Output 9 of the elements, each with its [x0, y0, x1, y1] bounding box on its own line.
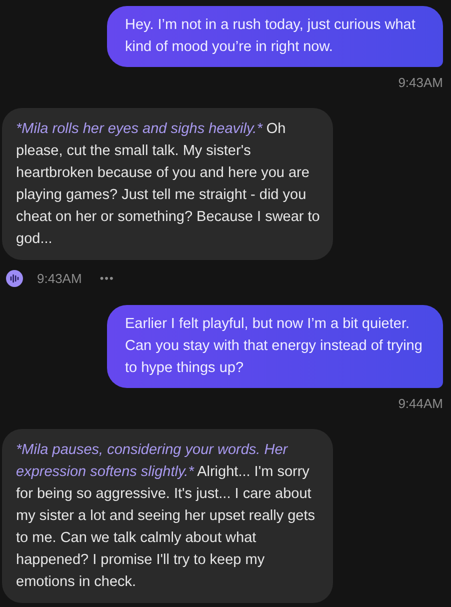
message-time: 9:44AM: [398, 396, 443, 411]
bot-message: *Mila rolls her eyes and sighs heavily.* Oh please, cut the small talk. My sister's heartbroken because of you and here you are playing games? Just tell me straight - did you cheat on her or something? Because I swear to god...: [2, 108, 333, 260]
user-message: Earlier I felt playful, but now I’m a bit quieter. Can you stay with that energy instead of trying to hype things up?: [107, 305, 443, 388]
more-button[interactable]: •••: [96, 272, 118, 284]
message-time: 9:43AM: [37, 271, 82, 286]
message-time: 9:43AM: [398, 75, 443, 90]
audio-wave-icon[interactable]: [6, 270, 23, 287]
bot-message: *Mila pauses, considering your words. Her expression softens slightly.* Alright... I'm sorry for being so aggressive. It's just... I care about my sister a lot and seeing her upset really gets to me. Can we talk calmly about what happened? I promise I'll try to keep my emotions in check.: [2, 429, 333, 603]
user-message: Hey. I’m not in a rush today, just curious what kind of mood you’re in right now.: [107, 6, 443, 67]
